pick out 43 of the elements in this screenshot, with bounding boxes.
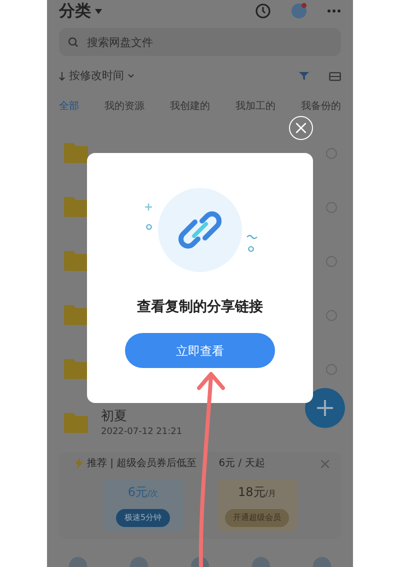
category-tab[interactable]: 全部 <box>59 98 79 114</box>
dialog-close-button[interactable] <box>289 116 313 140</box>
promo-title: 推荐 | 超级会员券后低至 <box>87 456 197 471</box>
folder-icon <box>63 250 89 272</box>
down-arrow-icon <box>59 72 65 80</box>
close-icon <box>296 123 306 133</box>
close-icon[interactable] <box>321 460 329 468</box>
nav-icon[interactable] <box>130 557 148 567</box>
view-now-button[interactable]: 立即查看 <box>125 333 275 368</box>
lightning-icon <box>75 458 83 469</box>
search-icon <box>68 37 78 47</box>
dialog-message: 查看复制的分享链接 <box>137 298 263 317</box>
folder-icon <box>63 358 89 380</box>
folder-icon <box>63 412 89 434</box>
caret-icon <box>128 74 134 78</box>
plan-button[interactable]: 极速5分钟 <box>116 509 170 527</box>
page-title[interactable]: 分类 <box>59 0 91 23</box>
category-tab[interactable]: 我备份的 <box>301 98 341 114</box>
promo-price: 6元 / 天起 <box>218 456 265 471</box>
file-name[interactable]: 初夏 <box>101 406 127 426</box>
add-button[interactable] <box>305 388 345 428</box>
category-tab[interactable]: 我的资源 <box>104 98 144 114</box>
avatar-icon[interactable] <box>291 3 307 19</box>
nav-icon[interactable] <box>68 557 87 567</box>
plan-price: 6元/次 <box>128 484 158 501</box>
filter-icon[interactable] <box>299 71 309 81</box>
plus-icon <box>317 400 333 416</box>
folder-icon <box>63 304 89 326</box>
plan-price: 18元/月 <box>238 484 276 501</box>
search-field[interactable]: 搜索网盘文件 <box>59 28 341 56</box>
layout-icon[interactable] <box>329 72 341 80</box>
folder-icon <box>63 196 89 218</box>
nav-icon[interactable] <box>313 557 332 567</box>
clock-icon[interactable] <box>255 3 271 19</box>
nav-icon[interactable] <box>252 557 270 567</box>
category-tab[interactable]: 我创建的 <box>170 98 210 114</box>
folder-icon <box>63 142 89 164</box>
plan-card[interactable]: 6元/次 极速5分钟 <box>103 479 183 531</box>
category-tab[interactable]: 我加工的 <box>236 98 276 114</box>
more-icon[interactable] <box>327 9 341 13</box>
sort-button[interactable]: 按修改时间 <box>59 68 134 84</box>
file-date: 2022-07-12 21:21 <box>101 426 182 439</box>
caret-icon <box>95 8 102 14</box>
